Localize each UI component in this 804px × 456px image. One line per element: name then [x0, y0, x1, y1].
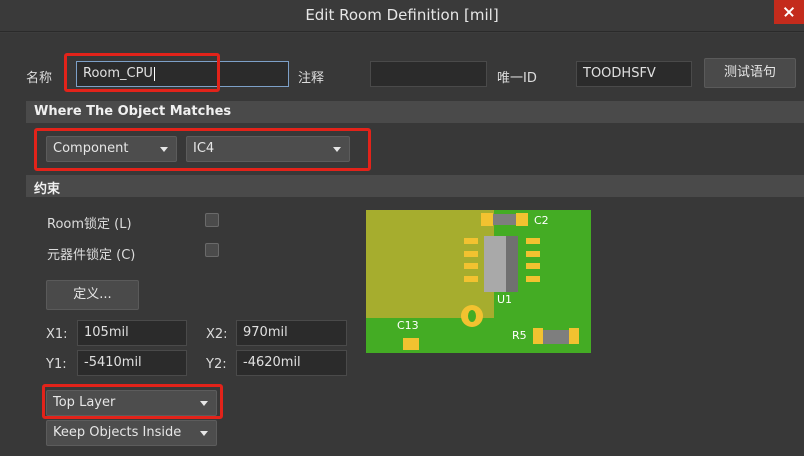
- keep-objects-value: Keep Objects Inside: [53, 425, 182, 440]
- test-statement-button[interactable]: 测试语句: [704, 58, 796, 88]
- pcb-preview-svg: C2 U1 C13 R5: [366, 210, 591, 353]
- y2-input[interactable]: -4620mil: [236, 350, 347, 376]
- pad: [464, 238, 478, 244]
- match-section-header: Where The Object Matches: [26, 101, 804, 123]
- name-label: 名称: [26, 71, 53, 86]
- comment-label: 注释: [298, 71, 325, 86]
- window-title: Edit Room Definition [mil]: [305, 6, 499, 24]
- c2-designator: C2: [534, 214, 549, 227]
- close-icon[interactable]: [774, 0, 804, 24]
- uid-label: 唯一ID: [497, 71, 537, 86]
- pcb-preview: C2 U1 C13 R5: [366, 210, 591, 353]
- r5-pad-left: [533, 328, 543, 344]
- c2-pad-right: [516, 213, 528, 226]
- pad: [526, 238, 540, 244]
- title-bar: Edit Room Definition [mil]: [0, 0, 804, 32]
- x2-input[interactable]: 970mil: [236, 320, 347, 346]
- keep-objects-select[interactable]: Keep Objects Inside: [46, 420, 217, 446]
- room-lock-label: Room锁定 (L): [47, 217, 132, 232]
- c2-pad-left: [481, 213, 493, 226]
- highlight-box-match: [34, 128, 371, 171]
- c13-pad: [403, 338, 419, 350]
- x1-input[interactable]: 105mil: [77, 320, 187, 346]
- pad: [464, 276, 478, 282]
- y1-label: Y1:: [46, 357, 67, 372]
- u1-body-light: [484, 236, 506, 292]
- x2-label: X2:: [206, 327, 228, 342]
- constraints-section-header: 约束: [26, 175, 804, 197]
- pad: [526, 263, 540, 269]
- c13-designator: C13: [397, 319, 419, 332]
- dialog-body: 名称 Room_CPU 注释 唯一ID TOODHSFV 测试语句 Where …: [0, 33, 804, 456]
- x1-label: X1:: [46, 327, 68, 342]
- mount-hole: [468, 310, 476, 322]
- r5-pad-right: [569, 328, 579, 344]
- comment-input[interactable]: [370, 61, 487, 87]
- pad: [464, 263, 478, 269]
- define-button[interactable]: 定义...: [46, 280, 139, 310]
- chevron-down-icon: [200, 431, 208, 436]
- highlight-box-name: [64, 53, 220, 92]
- room-lock-checkbox[interactable]: [205, 213, 219, 227]
- pad: [526, 251, 540, 257]
- pad: [464, 251, 478, 257]
- pad: [526, 276, 540, 282]
- component-lock-checkbox[interactable]: [205, 243, 219, 257]
- y2-label: Y2:: [206, 357, 227, 372]
- u1-designator: U1: [497, 293, 512, 306]
- component-lock-label: 元器件锁定 (C): [47, 248, 136, 263]
- uid-input[interactable]: TOODHSFV: [576, 61, 692, 87]
- highlight-box-layer: [42, 384, 223, 419]
- y1-input[interactable]: -5410mil: [77, 350, 187, 376]
- r5-designator: R5: [512, 329, 527, 342]
- u1-body-dark: [506, 236, 518, 292]
